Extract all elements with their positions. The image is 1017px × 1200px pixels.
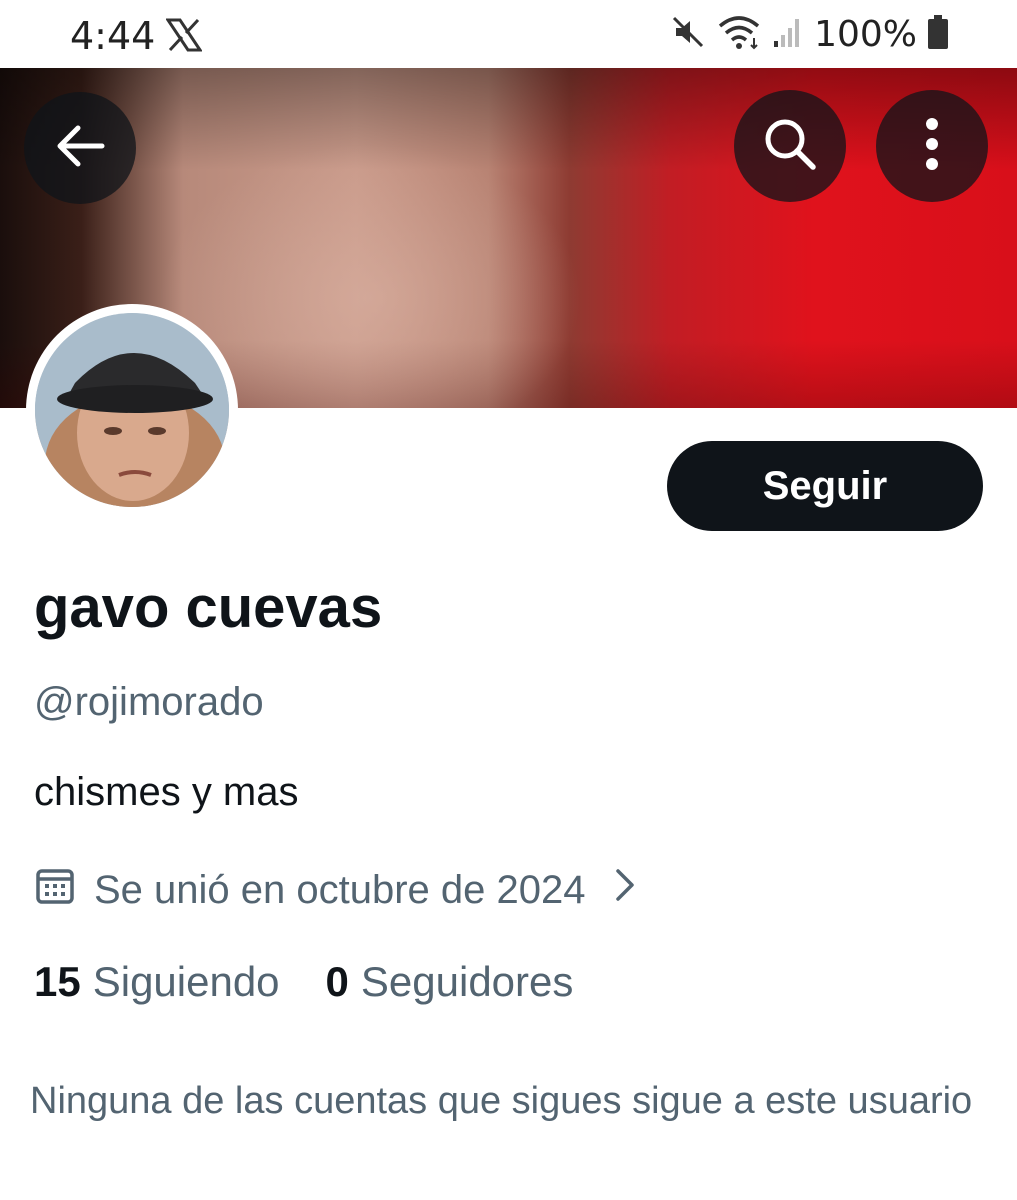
chevron-right-icon	[614, 867, 636, 913]
joined-text: Se unió en octubre de 2024	[94, 867, 586, 912]
following-link[interactable]: 15 Siguiendo	[34, 958, 280, 1006]
calendar-icon	[34, 864, 76, 916]
status-time: 4:44	[70, 14, 156, 58]
profile-handle: @rojimorado	[34, 680, 264, 724]
avatar-image	[35, 313, 229, 507]
status-icons: 100%	[670, 14, 949, 55]
search-button[interactable]	[734, 90, 846, 202]
status-bar: 4:44 100%	[0, 0, 1017, 68]
mute-icon	[670, 14, 706, 55]
search-icon	[761, 115, 819, 178]
signal-icon	[772, 15, 804, 54]
more-vertical-icon	[922, 116, 942, 177]
x-logo-icon	[165, 18, 203, 57]
followers-label: Seguidores	[360, 958, 574, 1005]
mutual-followers-note: Ninguna de las cuentas que sigues sigue …	[30, 1080, 973, 1122]
joined-date[interactable]: Se unió en octubre de 2024	[34, 864, 636, 916]
battery-icon	[927, 14, 949, 55]
follow-stats: 15 Siguiendo 0 Seguidores	[34, 958, 619, 1006]
following-count: 15	[34, 958, 81, 1005]
following-label: Siguiendo	[92, 958, 280, 1005]
follow-button[interactable]: Seguir	[667, 441, 983, 531]
profile-bio: chismes y mas	[34, 770, 299, 814]
followers-count: 0	[325, 958, 349, 1005]
back-button[interactable]	[24, 92, 136, 204]
followers-link[interactable]: 0 Seguidores	[326, 958, 574, 1006]
avatar[interactable]	[26, 304, 238, 516]
arrow-left-icon	[52, 122, 108, 175]
wifi-icon	[716, 14, 762, 55]
profile-name: gavo cuevas	[34, 575, 383, 640]
battery-percent: 100%	[814, 14, 917, 55]
more-button[interactable]	[876, 90, 988, 202]
